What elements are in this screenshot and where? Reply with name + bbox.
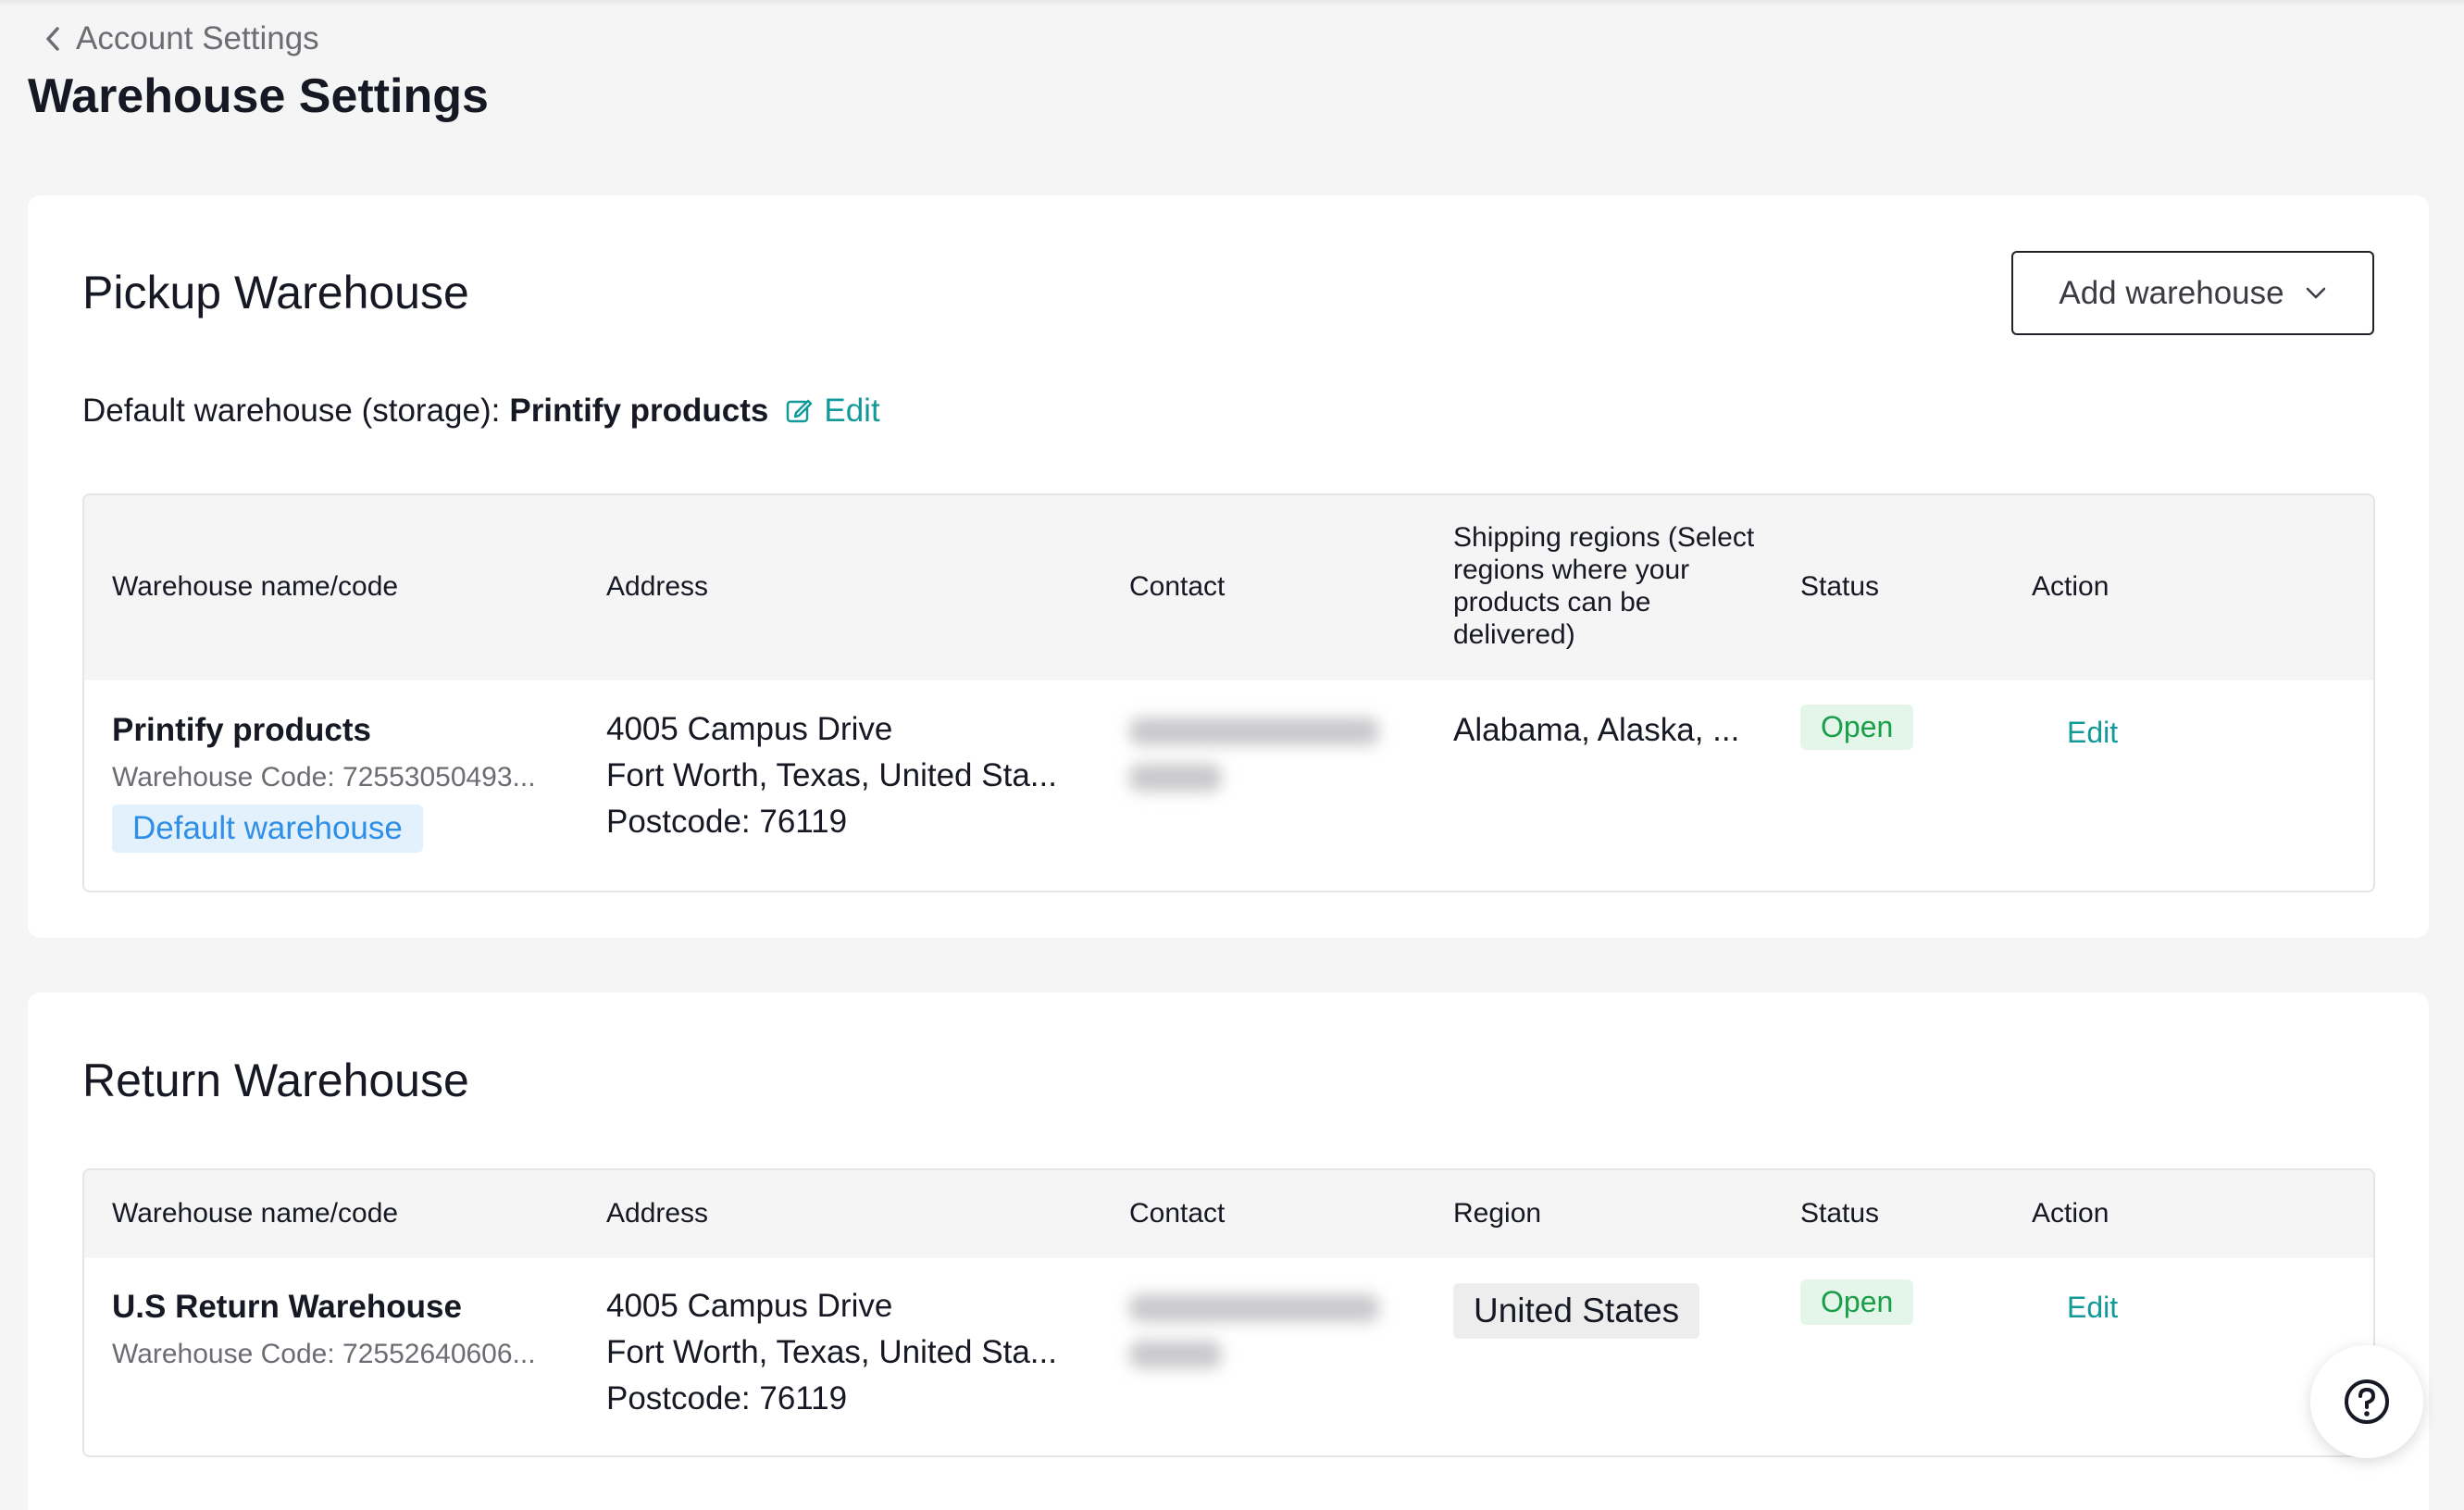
column-header-status: Status [1800, 571, 1880, 602]
address-line-2: Fort Worth, Texas, United Sta... [606, 1334, 1057, 1370]
warehouse-name: U.S Return Warehouse [112, 1289, 462, 1325]
back-to-account-settings[interactable]: Account Settings [43, 20, 319, 57]
help-button[interactable] [2310, 1345, 2423, 1458]
postcode: Postcode: 76119 [606, 1380, 848, 1416]
edit-icon [787, 399, 813, 423]
warehouse-name: Printify products [112, 712, 372, 748]
add-warehouse-label: Add warehouse [2059, 274, 2284, 311]
shipping-regions-value: Alabama, Alaska, ... [1453, 712, 1740, 748]
edit-warehouse-button[interactable]: Edit [2067, 1291, 2118, 1325]
contact-redacted [1129, 1294, 1388, 1387]
return-warehouse-title: Return Warehouse [82, 1055, 469, 1106]
column-header-shipping-regions: Shipping regions (Select regions where y… [1453, 522, 1755, 650]
status-badge: Open [1800, 1279, 1914, 1325]
column-header-name: Warehouse name/code [112, 1198, 399, 1229]
column-header-action: Action [2032, 571, 2109, 602]
postcode: Postcode: 76119 [606, 804, 848, 840]
chevron-left-icon [46, 27, 59, 51]
column-header-address: Address [606, 571, 709, 602]
column-header-contact: Contact [1129, 571, 1226, 602]
pickup-warehouse-card: Pickup Warehouse Add warehouse Default w… [28, 195, 2429, 938]
table-row-name-cell: Printify products Warehouse Code: 725530… [112, 712, 556, 853]
warehouse-code: Warehouse Code: 72553050493... [112, 762, 536, 792]
default-warehouse-prefix: Default warehouse (storage): [82, 393, 501, 429]
breadcrumb-label: Account Settings [76, 20, 319, 56]
edit-default-label: Edit [824, 393, 880, 429]
address-cell: 4005 Campus Drive Fort Worth, Texas, Uni… [606, 706, 1106, 845]
warehouse-code: Warehouse Code: 72552640606... [112, 1339, 536, 1369]
region-badge: United States [1453, 1283, 1700, 1339]
table-header: Warehouse name/code Address Contact Ship… [84, 495, 2373, 680]
column-header-status: Status [1800, 1198, 1880, 1229]
address-cell: 4005 Campus Drive Fort Worth, Texas, Uni… [606, 1283, 1106, 1422]
column-header-address: Address [606, 1198, 709, 1229]
add-warehouse-button[interactable]: Add warehouse [2011, 251, 2374, 335]
chevron-down-icon [2306, 287, 2325, 298]
return-warehouse-table: Warehouse name/code Address Contact Regi… [82, 1168, 2375, 1457]
contact-redacted [1129, 718, 1388, 810]
page-title: Warehouse Settings [28, 69, 489, 123]
default-warehouse-badge: Default warehouse [112, 805, 423, 853]
region-cell: United States [1453, 1283, 1700, 1339]
column-header-contact: Contact [1129, 1198, 1226, 1229]
return-warehouse-card: Return Warehouse Warehouse name/code Add… [28, 992, 2429, 1510]
default-warehouse-name: Printify products [509, 393, 769, 429]
address-line-1: 4005 Campus Drive [606, 711, 893, 747]
address-line-1: 4005 Campus Drive [606, 1288, 893, 1324]
default-warehouse-line: Default warehouse (storage): Printify pr… [82, 393, 880, 430]
address-line-2: Fort Worth, Texas, United Sta... [606, 757, 1057, 793]
status-cell: Open [1800, 1279, 1914, 1325]
column-header-action: Action [2032, 1198, 2109, 1229]
status-badge: Open [1800, 705, 1914, 750]
help-icon [2345, 1379, 2389, 1424]
status-cell: Open [1800, 705, 1914, 750]
column-header-region: Region [1453, 1198, 1542, 1229]
top-shadow [0, 0, 2464, 6]
edit-warehouse-button[interactable]: Edit [2067, 716, 2118, 750]
table-row-name-cell: U.S Return Warehouse Warehouse Code: 725… [112, 1289, 556, 1370]
column-header-name: Warehouse name/code [112, 571, 399, 602]
edit-default-warehouse-link[interactable]: Edit [785, 393, 880, 430]
table-header: Warehouse name/code Address Contact Regi… [84, 1170, 2373, 1258]
pickup-warehouse-title: Pickup Warehouse [82, 267, 469, 318]
pickup-warehouse-table: Warehouse name/code Address Contact Ship… [82, 493, 2375, 892]
